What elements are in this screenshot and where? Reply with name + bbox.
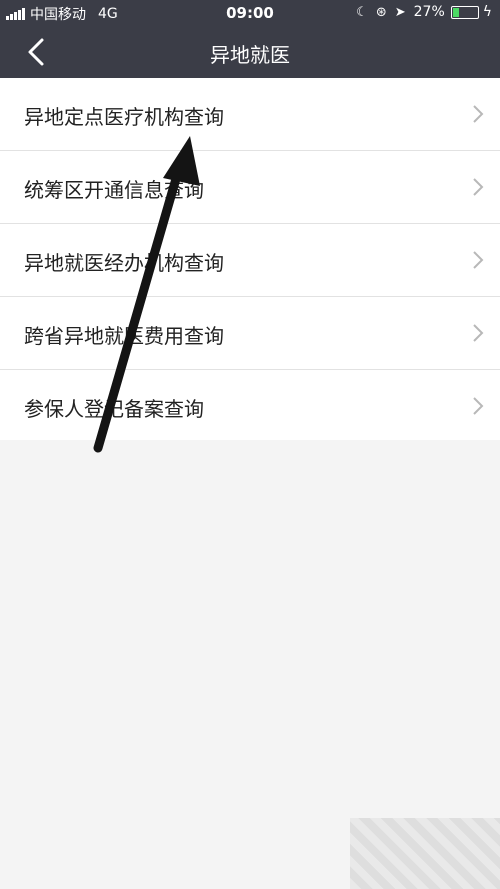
back-button[interactable] [20,34,56,70]
menu-item-label: 跨省异地就医费用查询 [24,324,224,348]
status-right: ☾ ⊛ ➤ 27% ϟ [356,4,492,20]
chevron-right-icon [473,251,484,269]
page-title: 异地就医 [210,43,290,67]
menu-item-label: 参保人登记备案查询 [24,397,204,421]
menu-item-label: 统筹区开通信息查询 [24,178,204,202]
menu-item-label: 异地就医经办机构查询 [24,251,224,275]
location-icon: ➤ [394,4,406,20]
menu-item-cross-province-costs[interactable]: 跨省异地就医费用查询 [0,297,500,370]
status-bar: 中国移动 4G 09:00 ☾ ⊛ ➤ 27% ϟ [0,0,500,26]
charging-bolt-icon: ϟ [482,4,492,20]
menu-item-handling-institutions[interactable]: 异地就医经办机构查询 [0,224,500,297]
nav-bar: 异地就医 [0,26,500,78]
battery-icon [450,5,479,19]
moon-icon: ☾ [356,4,368,20]
rotation-lock-icon: ⊛ [375,4,387,20]
chevron-right-icon [473,178,484,196]
menu-list: 异地定点医疗机构查询 统筹区开通信息查询 异地就医经办机构查询 跨省异地就医费用… [0,78,500,440]
menu-item-label: 异地定点医疗机构查询 [24,105,224,129]
chevron-right-icon [473,324,484,342]
battery-level [452,7,460,17]
menu-item-registration-record[interactable]: 参保人登记备案查询 [0,370,500,440]
watermark [350,818,500,889]
chevron-right-icon [473,105,484,123]
chevron-left-icon [28,38,44,66]
menu-item-pooling-area-info[interactable]: 统筹区开通信息查询 [0,151,500,224]
menu-item-designated-institutions[interactable]: 异地定点医疗机构查询 [0,78,500,151]
chevron-right-icon [473,397,484,415]
battery-percent: 27% [413,4,445,20]
